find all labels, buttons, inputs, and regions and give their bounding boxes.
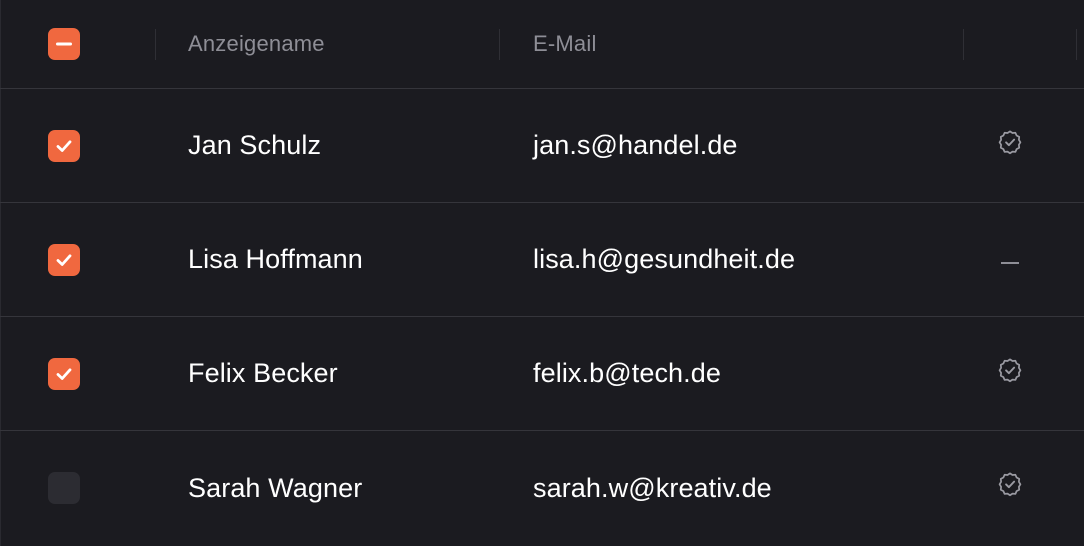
- column-divider[interactable]: [155, 29, 156, 60]
- select-all-cell: [48, 0, 80, 88]
- checkmark-icon: [56, 139, 72, 152]
- verified-badge-icon: [997, 129, 1023, 155]
- display-name: Felix Becker: [188, 358, 338, 388]
- email-address: jan.s@handel.de: [533, 130, 738, 160]
- status-cell: [990, 431, 1030, 545]
- checkmark-icon: [56, 367, 72, 380]
- column-header-name[interactable]: Anzeigename: [188, 0, 488, 88]
- display-name: Lisa Hoffmann: [188, 244, 363, 274]
- column-header-name-label: Anzeigename: [188, 31, 325, 56]
- email-cell: felix.b@tech.de: [533, 317, 933, 430]
- table-row[interactable]: Lisa Hoffmann lisa.h@gesundheit.de: [0, 203, 1084, 317]
- email-cell: lisa.h@gesundheit.de: [533, 203, 933, 316]
- status-cell: [990, 317, 1030, 430]
- status-cell: [990, 203, 1030, 316]
- column-header-email-label: E-Mail: [533, 31, 597, 56]
- minus-icon: [56, 42, 72, 46]
- verified-badge-icon: [997, 471, 1023, 497]
- name-cell: Felix Becker: [188, 317, 488, 430]
- email-address: sarah.w@kreativ.de: [533, 472, 772, 503]
- column-divider[interactable]: [963, 29, 964, 60]
- row-select-cell: [48, 431, 80, 545]
- column-divider[interactable]: [499, 29, 500, 60]
- table-row[interactable]: Sarah Wagner sarah.w@kreativ.de: [0, 431, 1084, 545]
- status-cell: [990, 89, 1030, 202]
- row-select-cell: [48, 317, 80, 430]
- email-cell: sarah.w@kreativ.de: [533, 431, 933, 545]
- name-cell: Jan Schulz: [188, 89, 488, 202]
- column-divider[interactable]: [1076, 29, 1077, 60]
- table-header-row: Anzeigename E-Mail: [0, 0, 1084, 89]
- row-checkbox[interactable]: [48, 357, 80, 390]
- table-row[interactable]: Felix Becker felix.b@tech.de: [0, 317, 1084, 431]
- column-header-email[interactable]: E-Mail: [533, 0, 933, 88]
- verified-badge-icon: [997, 357, 1023, 383]
- row-select-cell: [48, 89, 80, 202]
- display-name: Jan Schulz: [188, 130, 322, 160]
- row-select-cell: [48, 203, 80, 316]
- checkmark-icon: [56, 253, 72, 266]
- name-cell: Lisa Hoffmann: [188, 203, 488, 316]
- email-cell: jan.s@handel.de: [533, 89, 933, 202]
- select-all-checkbox[interactable]: [48, 28, 80, 60]
- name-cell: Sarah Wagner: [188, 431, 488, 545]
- table-row[interactable]: Jan Schulz jan.s@handel.de: [0, 89, 1084, 203]
- email-address: felix.b@tech.de: [533, 358, 722, 388]
- row-checkbox[interactable]: [48, 129, 80, 162]
- users-table: Anzeigename E-Mail Jan Schulz jan.s@hand…: [0, 0, 1084, 546]
- row-checkbox[interactable]: [48, 472, 80, 504]
- row-checkbox[interactable]: [48, 243, 80, 276]
- display-name: Sarah Wagner: [188, 472, 363, 503]
- dash-icon: [1001, 256, 1019, 264]
- email-address: lisa.h@gesundheit.de: [533, 244, 796, 274]
